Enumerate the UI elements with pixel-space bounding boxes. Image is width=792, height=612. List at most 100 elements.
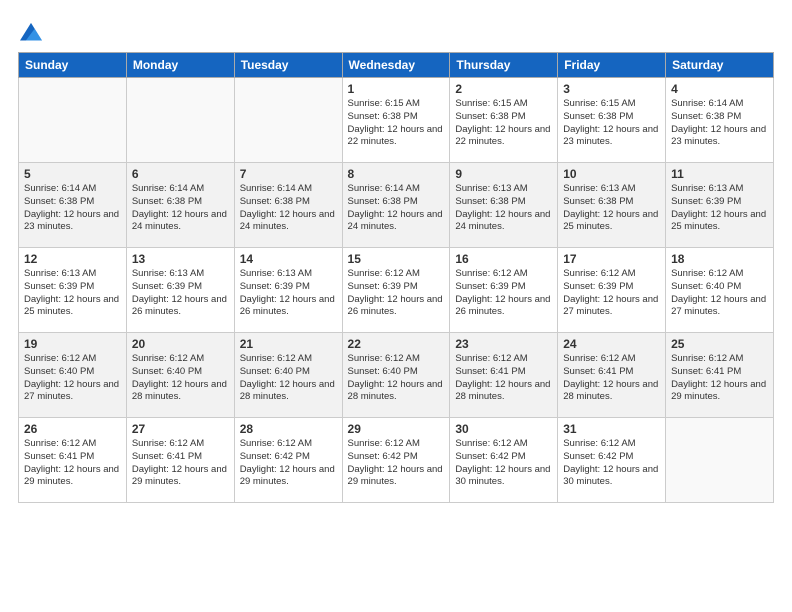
col-header-sunday: Sunday xyxy=(19,53,127,78)
day-info: Sunrise: 6:15 AMSunset: 6:38 PMDaylight:… xyxy=(348,98,445,149)
col-header-friday: Friday xyxy=(558,53,666,78)
calendar-day-2: 2 Sunrise: 6:15 AMSunset: 6:38 PMDaylight… xyxy=(450,78,558,163)
day-number: 29 xyxy=(348,422,445,436)
day-number: 14 xyxy=(240,252,337,266)
day-number: 10 xyxy=(563,167,660,181)
day-info: Sunrise: 6:12 AMSunset: 6:42 PMDaylight:… xyxy=(455,438,552,489)
day-info: Sunrise: 6:13 AMSunset: 6:39 PMDaylight:… xyxy=(132,268,229,319)
day-info: Sunrise: 6:13 AMSunset: 6:39 PMDaylight:… xyxy=(24,268,121,319)
calendar-day-12: 12 Sunrise: 6:13 AMSunset: 6:39 PMDayligh… xyxy=(19,248,127,333)
day-number: 17 xyxy=(563,252,660,266)
day-number: 25 xyxy=(671,337,768,351)
col-header-tuesday: Tuesday xyxy=(234,53,342,78)
day-number: 27 xyxy=(132,422,229,436)
calendar-day-31: 31 Sunrise: 6:12 AMSunset: 6:42 PMDayligh… xyxy=(558,418,666,503)
calendar-day-28: 28 Sunrise: 6:12 AMSunset: 6:42 PMDayligh… xyxy=(234,418,342,503)
calendar-header-row: SundayMondayTuesdayWednesdayThursdayFrid… xyxy=(19,53,774,78)
calendar-day-5: 5Sunrise: 6:14 AMSunset: 6:38 PMDaylight… xyxy=(19,163,127,248)
day-number: 7 xyxy=(240,167,337,181)
day-info: Sunrise: 6:14 AMSunset: 6:38 PMDaylight:… xyxy=(240,183,337,234)
day-number: 15 xyxy=(348,252,445,266)
day-number: 31 xyxy=(563,422,660,436)
calendar-day-11: 11 Sunrise: 6:13 AMSunset: 6:39 PMDayligh… xyxy=(666,163,774,248)
day-number: 3 xyxy=(563,82,660,96)
calendar-table: SundayMondayTuesdayWednesdayThursdayFrid… xyxy=(18,52,774,503)
day-number: 1 xyxy=(348,82,445,96)
calendar-week-row: 26Sunrise: 6:12 AMSunset: 6:41 PMDayligh… xyxy=(19,418,774,503)
day-number: 23 xyxy=(455,337,552,351)
calendar-day-empty xyxy=(234,78,342,163)
day-number: 28 xyxy=(240,422,337,436)
calendar-day-16: 16 Sunrise: 6:12 AMSunset: 6:39 PMDayligh… xyxy=(450,248,558,333)
calendar-day-10: 10 Sunrise: 6:13 AMSunset: 6:38 PMDayligh… xyxy=(558,163,666,248)
day-number: 6 xyxy=(132,167,229,181)
calendar-day-24: 24 Sunrise: 6:12 AMSunset: 6:41 PMDayligh… xyxy=(558,333,666,418)
day-number: 24 xyxy=(563,337,660,351)
day-info: Sunrise: 6:12 AMSunset: 6:42 PMDaylight:… xyxy=(348,438,445,489)
page: SundayMondayTuesdayWednesdayThursdayFrid… xyxy=(0,0,792,612)
calendar-day-8: 8 Sunrise: 6:14 AMSunset: 6:38 PMDaylight… xyxy=(342,163,450,248)
calendar-day-29: 29 Sunrise: 6:12 AMSunset: 6:42 PMDayligh… xyxy=(342,418,450,503)
calendar-week-row: 12 Sunrise: 6:13 AMSunset: 6:39 PMDayligh… xyxy=(19,248,774,333)
day-info: Sunrise: 6:13 AMSunset: 6:39 PMDaylight:… xyxy=(671,183,768,234)
calendar-week-row: 5Sunrise: 6:14 AMSunset: 6:38 PMDaylight… xyxy=(19,163,774,248)
col-header-saturday: Saturday xyxy=(666,53,774,78)
calendar-day-27: 27 Sunrise: 6:12 AMSunset: 6:41 PMDayligh… xyxy=(126,418,234,503)
col-header-wednesday: Wednesday xyxy=(342,53,450,78)
day-info: Sunrise: 6:12 AMSunset: 6:41 PMDaylight:… xyxy=(24,438,121,489)
calendar-day-6: 6 Sunrise: 6:14 AMSunset: 6:38 PMDaylight… xyxy=(126,163,234,248)
day-info: Sunrise: 6:15 AMSunset: 6:38 PMDaylight:… xyxy=(563,98,660,149)
day-info: Sunrise: 6:12 AMSunset: 6:40 PMDaylight:… xyxy=(24,353,121,404)
calendar-day-empty xyxy=(126,78,234,163)
day-info: Sunrise: 6:14 AMSunset: 6:38 PMDaylight:… xyxy=(24,183,121,234)
day-number: 13 xyxy=(132,252,229,266)
day-info: Sunrise: 6:13 AMSunset: 6:38 PMDaylight:… xyxy=(455,183,552,234)
calendar-day-18: 18Sunrise: 6:12 AMSunset: 6:40 PMDayligh… xyxy=(666,248,774,333)
day-info: Sunrise: 6:12 AMSunset: 6:42 PMDaylight:… xyxy=(240,438,337,489)
day-info: Sunrise: 6:12 AMSunset: 6:39 PMDaylight:… xyxy=(348,268,445,319)
calendar-day-17: 17 Sunrise: 6:12 AMSunset: 6:39 PMDayligh… xyxy=(558,248,666,333)
day-info: Sunrise: 6:12 AMSunset: 6:40 PMDaylight:… xyxy=(132,353,229,404)
day-number: 11 xyxy=(671,167,768,181)
day-info: Sunrise: 6:12 AMSunset: 6:41 PMDaylight:… xyxy=(563,353,660,404)
calendar-day-7: 7 Sunrise: 6:14 AMSunset: 6:38 PMDaylight… xyxy=(234,163,342,248)
header xyxy=(18,18,774,42)
calendar-day-20: 20 Sunrise: 6:12 AMSunset: 6:40 PMDayligh… xyxy=(126,333,234,418)
logo-icon xyxy=(20,20,42,42)
day-info: Sunrise: 6:12 AMSunset: 6:41 PMDaylight:… xyxy=(671,353,768,404)
day-info: Sunrise: 6:12 AMSunset: 6:42 PMDaylight:… xyxy=(563,438,660,489)
calendar-day-empty xyxy=(666,418,774,503)
day-info: Sunrise: 6:15 AMSunset: 6:38 PMDaylight:… xyxy=(455,98,552,149)
day-info: Sunrise: 6:12 AMSunset: 6:39 PMDaylight:… xyxy=(455,268,552,319)
day-number: 21 xyxy=(240,337,337,351)
calendar-day-19: 19 Sunrise: 6:12 AMSunset: 6:40 PMDayligh… xyxy=(19,333,127,418)
calendar-day-23: 23 Sunrise: 6:12 AMSunset: 6:41 PMDayligh… xyxy=(450,333,558,418)
day-number: 20 xyxy=(132,337,229,351)
calendar-day-21: 21 Sunrise: 6:12 AMSunset: 6:40 PMDayligh… xyxy=(234,333,342,418)
day-number: 16 xyxy=(455,252,552,266)
day-info: Sunrise: 6:13 AMSunset: 6:38 PMDaylight:… xyxy=(563,183,660,234)
calendar-day-30: 30 Sunrise: 6:12 AMSunset: 6:42 PMDayligh… xyxy=(450,418,558,503)
day-info: Sunrise: 6:12 AMSunset: 6:41 PMDaylight:… xyxy=(132,438,229,489)
day-info: Sunrise: 6:12 AMSunset: 6:41 PMDaylight:… xyxy=(455,353,552,404)
col-header-monday: Monday xyxy=(126,53,234,78)
calendar-day-13: 13 Sunrise: 6:13 AMSunset: 6:39 PMDayligh… xyxy=(126,248,234,333)
day-number: 18 xyxy=(671,252,768,266)
calendar-day-1: 1 Sunrise: 6:15 AMSunset: 6:38 PMDaylight… xyxy=(342,78,450,163)
day-info: Sunrise: 6:14 AMSunset: 6:38 PMDaylight:… xyxy=(132,183,229,234)
day-info: Sunrise: 6:14 AMSunset: 6:38 PMDaylight:… xyxy=(348,183,445,234)
day-number: 2 xyxy=(455,82,552,96)
day-info: Sunrise: 6:12 AMSunset: 6:40 PMDaylight:… xyxy=(348,353,445,404)
day-info: Sunrise: 6:12 AMSunset: 6:39 PMDaylight:… xyxy=(563,268,660,319)
day-number: 30 xyxy=(455,422,552,436)
calendar-day-15: 15 Sunrise: 6:12 AMSunset: 6:39 PMDayligh… xyxy=(342,248,450,333)
day-number: 9 xyxy=(455,167,552,181)
day-info: Sunrise: 6:12 AMSunset: 6:40 PMDaylight:… xyxy=(240,353,337,404)
day-number: 19 xyxy=(24,337,121,351)
day-info: Sunrise: 6:13 AMSunset: 6:39 PMDaylight:… xyxy=(240,268,337,319)
day-number: 8 xyxy=(348,167,445,181)
logo xyxy=(18,18,42,42)
day-number: 12 xyxy=(24,252,121,266)
day-number: 22 xyxy=(348,337,445,351)
calendar-day-26: 26Sunrise: 6:12 AMSunset: 6:41 PMDayligh… xyxy=(19,418,127,503)
